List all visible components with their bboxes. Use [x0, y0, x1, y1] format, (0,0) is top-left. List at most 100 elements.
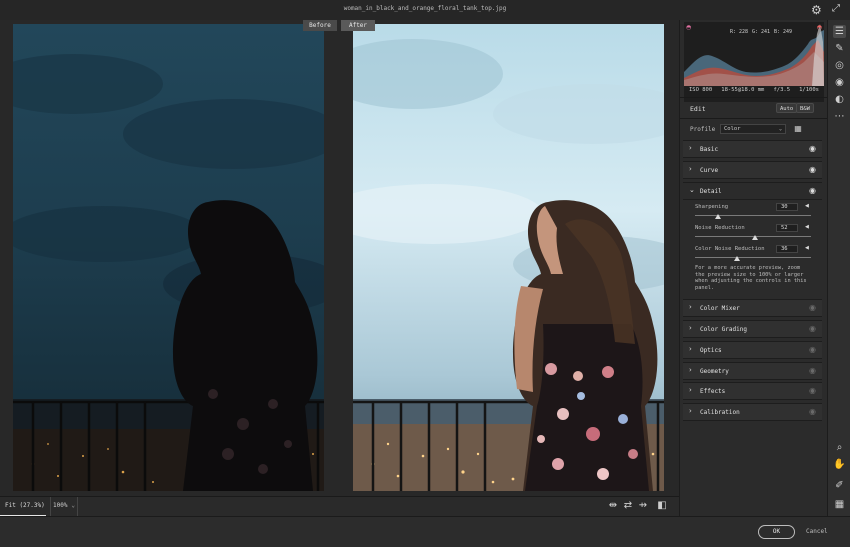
section-label: Effects — [700, 388, 726, 395]
reset-arrow-icon[interactable]: ◀ — [805, 224, 809, 230]
profile-browser-icon[interactable]: ▦ — [793, 124, 803, 134]
fullscreen-icon[interactable]: ⤢ — [832, 3, 840, 14]
section-effects[interactable]: › Effects ◉ — [683, 382, 822, 400]
color-noise-reduction-slider[interactable] — [695, 257, 811, 258]
highlight-clipping-icon[interactable]: ◓ — [817, 24, 822, 31]
section-color-mixer[interactable]: › Color Mixer ◉ — [683, 299, 822, 317]
chevron-right-icon: › — [689, 386, 692, 394]
chevron-right-icon: › — [689, 345, 692, 353]
histogram-b: B: 249 — [774, 29, 793, 35]
gear-icon[interactable]: ⚙ — [811, 3, 822, 17]
sharpening-slider[interactable] — [695, 215, 811, 216]
exif-lens: 18-55@18.0 mm — [721, 87, 765, 93]
divider — [680, 97, 828, 98]
visibility-eye-icon[interactable]: ◉ — [809, 366, 816, 375]
visibility-eye-icon[interactable]: ◉ — [809, 186, 816, 195]
section-color-grading[interactable]: › Color Grading ◉ — [683, 320, 822, 338]
sharpening-slider-thumb[interactable] — [715, 214, 722, 219]
visibility-eye-icon[interactable]: ◉ — [809, 407, 816, 416]
presets-icon[interactable]: ◐ — [833, 93, 846, 106]
visibility-eye-icon[interactable]: ◉ — [809, 386, 816, 395]
reset-arrow-icon[interactable]: ◀ — [805, 245, 809, 251]
eye-icon[interactable]: ◉ — [833, 76, 846, 89]
chevron-right-icon: › — [689, 324, 692, 332]
brush-icon[interactable]: ✎ — [833, 42, 846, 55]
zoom-icon[interactable]: ⌕ — [833, 441, 846, 454]
swap-settings-icon[interactable]: ⇄ — [621, 499, 635, 513]
profile-select[interactable]: Color ⌄ — [720, 124, 786, 134]
auto-button[interactable]: Auto — [776, 103, 798, 113]
more-icon[interactable]: ⋯ — [833, 110, 846, 123]
toggle-preview-icon[interactable]: ◧ — [655, 499, 669, 513]
exif-shutter: 1/100s — [799, 87, 819, 93]
chevron-down-icon: ⌄ — [689, 186, 695, 194]
ok-button[interactable]: OK — [758, 525, 795, 539]
exif-aperture: f/3.5 — [773, 87, 791, 93]
chevron-down-icon: ⌄ — [778, 126, 782, 132]
section-label: Geometry — [700, 368, 729, 375]
visibility-eye-icon[interactable]: ◉ — [809, 144, 816, 153]
dialog-footer: OK Cancel — [0, 516, 850, 547]
chevron-right-icon: › — [689, 144, 692, 152]
reset-arrow-icon[interactable]: ◀ — [805, 203, 809, 209]
chevron-right-icon: › — [689, 165, 692, 173]
cancel-button[interactable]: Cancel — [806, 525, 828, 539]
chevron-down-icon: ⌄ — [71, 502, 75, 509]
section-calibration[interactable]: › Calibration ◉ — [683, 403, 822, 421]
section-label: Optics — [700, 347, 722, 354]
sharpening-value[interactable]: 30 — [776, 203, 798, 211]
edit-title: Edit — [690, 105, 706, 113]
before-label: Before — [303, 20, 337, 31]
eyedropper-icon[interactable]: ✐ — [833, 479, 846, 492]
chevron-right-icon: › — [689, 366, 692, 374]
shadow-clipping-icon[interactable]: ◓ — [686, 24, 691, 31]
zoom-fit-button[interactable]: Fit (27.3%) — [0, 497, 46, 517]
section-label: Curve — [700, 167, 719, 174]
color-noise-reduction-value[interactable]: 36 — [776, 245, 798, 253]
exif-iso: ISO 800 — [689, 87, 713, 93]
edit-panel: ◓ ◓ R: 228 G: 241 B: 249 ISO 800 18-55@1… — [679, 20, 828, 516]
section-curve[interactable]: › Curve ◉ — [683, 161, 822, 179]
zoom-level-select[interactable]: 100% ⌄ — [50, 497, 78, 517]
zoom-level-value: 100% — [53, 502, 68, 509]
grid-icon[interactable]: ▦ — [833, 498, 846, 511]
preview-canvas — [0, 20, 679, 496]
chevron-right-icon: › — [689, 407, 692, 415]
noise-reduction-value[interactable]: 52 — [776, 224, 798, 232]
color-noise-reduction-slider-thumb[interactable] — [733, 256, 740, 261]
zoom-bar: Fit (27.3%) 100% ⌄ ⇹ ⇄ ⇸ ◧ — [0, 496, 679, 517]
section-label: Basic — [700, 146, 719, 153]
section-optics[interactable]: › Optics ◉ — [683, 341, 822, 359]
tool-strip: ☰ ✎ ◎ ◉ ◐ ⋯ ⌕ ✋ ✐ ▦ — [827, 20, 850, 516]
detail-hint-text: For a more accurate preview, zoom the pr… — [695, 265, 807, 291]
section-basic[interactable]: › Basic ◉ — [683, 140, 822, 158]
after-photo — [353, 24, 664, 491]
histogram-r: R: 228 — [730, 29, 749, 35]
histogram-g: G: 241 — [752, 29, 771, 35]
section-detail[interactable]: ⌄ Detail ◉ — [683, 182, 822, 200]
section-label: Detail — [700, 188, 722, 195]
section-label: Color Mixer — [700, 305, 740, 312]
noise-reduction-label: Noise Reduction — [695, 225, 745, 231]
visibility-eye-icon[interactable]: ◉ — [809, 303, 816, 312]
sliders-icon[interactable]: ☰ — [833, 25, 846, 38]
section-label: Calibration — [700, 409, 740, 416]
visibility-eye-icon[interactable]: ◉ — [809, 165, 816, 174]
noise-reduction-slider-thumb[interactable] — [752, 235, 759, 240]
exif-info: ISO 800 18-55@18.0 mm f/3.5 1/100s — [684, 87, 824, 93]
color-noise-reduction-label: Color Noise Reduction — [695, 246, 765, 252]
visibility-eye-icon[interactable]: ◉ — [809, 324, 816, 333]
copy-settings-icon[interactable]: ⇸ — [636, 499, 650, 513]
divider — [680, 118, 828, 119]
bw-button[interactable]: B&W — [796, 103, 814, 113]
profile-label: Profile — [690, 126, 716, 133]
section-geometry[interactable]: › Geometry ◉ — [683, 362, 822, 380]
before-photo — [13, 24, 324, 491]
profile-value: Color — [724, 126, 741, 132]
visibility-eye-icon[interactable]: ◉ — [809, 345, 816, 354]
section-label: Color Grading — [700, 326, 747, 333]
mask-icon[interactable]: ◎ — [833, 59, 846, 72]
after-label: After — [341, 20, 375, 31]
hand-icon[interactable]: ✋ — [833, 458, 846, 471]
before-after-view-icon[interactable]: ⇹ — [606, 499, 620, 513]
